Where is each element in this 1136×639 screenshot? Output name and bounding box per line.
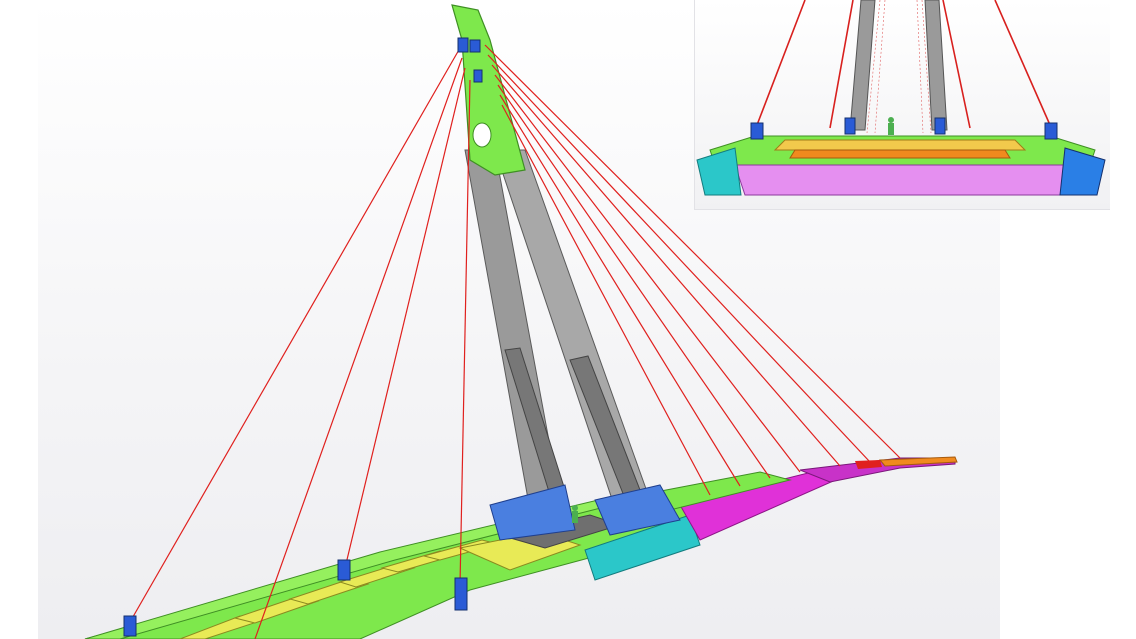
inset-end-right xyxy=(1059,147,1106,196)
person-figure xyxy=(572,505,578,523)
inset-pylon-right xyxy=(924,0,948,131)
cross-section-inset xyxy=(694,0,1110,210)
inset-deck-orange xyxy=(789,149,1011,159)
inset-cables xyxy=(756,0,1051,129)
inset-end-left xyxy=(696,147,742,196)
inset-box-girder xyxy=(734,164,1071,196)
inset-pylon-left xyxy=(849,0,876,131)
inset-person-figure xyxy=(888,117,894,135)
inset-fine-cables xyxy=(866,0,932,134)
pylon-base-left xyxy=(489,484,576,541)
deck-cross-section xyxy=(696,0,1106,196)
pylon-opening xyxy=(472,122,492,148)
inset-deck-plates xyxy=(773,139,1027,151)
